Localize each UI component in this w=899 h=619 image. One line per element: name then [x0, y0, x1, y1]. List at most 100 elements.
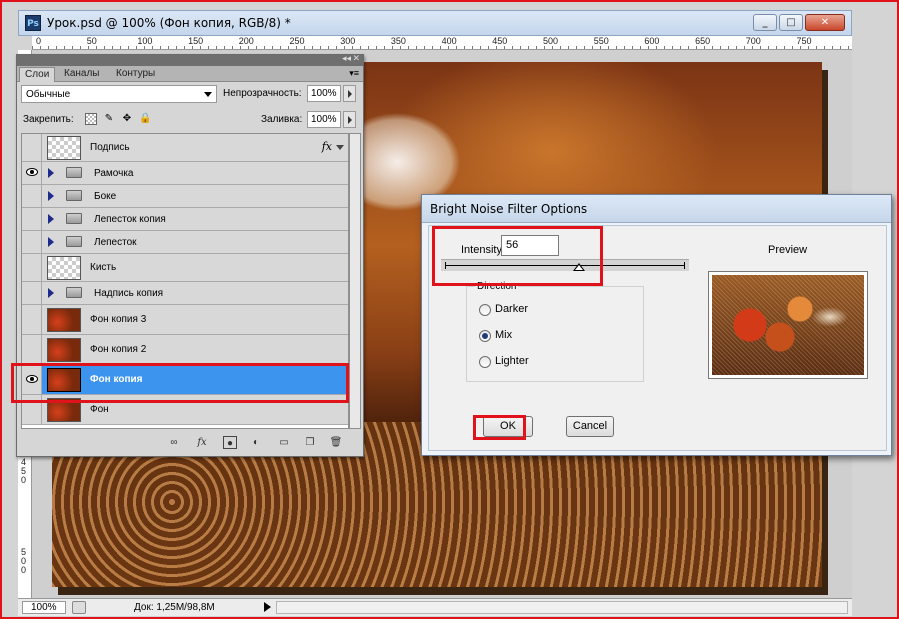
radio-darker-label[interactable]: Darker: [495, 303, 528, 315]
radio-lighter[interactable]: [479, 356, 491, 368]
adjustment-icon[interactable]: ◐: [249, 436, 263, 449]
layer-name: Лепесток копия: [94, 214, 166, 225]
radio-mix-label[interactable]: Mix: [495, 329, 512, 341]
fill-arrow-icon[interactable]: [343, 111, 356, 128]
chevron-down-icon[interactable]: [336, 145, 344, 150]
visibility-toggle[interactable]: [22, 282, 42, 304]
visibility-toggle[interactable]: [22, 254, 42, 281]
blend-mode-select[interactable]: Обычные: [21, 85, 217, 103]
layer-row-selected[interactable]: Фон копия: [22, 365, 348, 395]
visibility-toggle[interactable]: [22, 231, 42, 253]
layer-row[interactable]: Подпись fx: [22, 134, 348, 162]
maximize-button[interactable]: □: [779, 14, 803, 31]
opacity-arrow-icon[interactable]: [343, 85, 356, 102]
preview-label: Preview: [768, 244, 808, 256]
layer-name: Фон копия 2: [90, 344, 147, 355]
ruler-label: 650: [695, 36, 711, 46]
document-title: Урок.psd @ 100% (Фон копия, RGB/8) *: [47, 16, 291, 30]
cancel-button[interactable]: Cancel: [566, 416, 614, 437]
trash-icon[interactable]: 🗑: [329, 436, 343, 449]
visibility-toggle[interactable]: [22, 162, 42, 184]
panel-close-icon[interactable]: ✕: [352, 53, 360, 64]
fill-label: Заливка:: [261, 114, 303, 125]
ruler-label: 550: [593, 36, 609, 46]
layer-row[interactable]: Фон копия 2: [22, 335, 348, 365]
chevron-down-icon: [204, 92, 212, 97]
collapse-icon[interactable]: ◂◂: [342, 53, 351, 64]
link-icon[interactable]: ∞: [167, 436, 181, 449]
zoom-menu-icon[interactable]: [72, 601, 86, 614]
layer-row[interactable]: Фон копия 3: [22, 305, 348, 335]
layer-row[interactable]: Рамочка: [22, 162, 348, 185]
minimize-button[interactable]: _: [753, 14, 777, 31]
layer-row[interactable]: Лепесток копия: [22, 208, 348, 231]
layer-row[interactable]: Надпись копия: [22, 282, 348, 305]
intensity-input[interactable]: 56: [501, 235, 559, 256]
ruler-label: 700: [745, 36, 761, 46]
lock-brush-icon[interactable]: ✎: [103, 113, 115, 125]
group-icon[interactable]: ▭: [277, 436, 291, 449]
visibility-toggle[interactable]: [22, 335, 42, 364]
fill-field[interactable]: 100%: [307, 111, 341, 128]
expand-triangle-icon[interactable]: [48, 288, 54, 298]
slider-thumb[interactable]: [573, 263, 586, 271]
screenshot-frame: Ps Урок.psd @ 100% (Фон копия, RGB/8) * …: [0, 0, 899, 619]
intensity-slider[interactable]: [441, 259, 689, 271]
fx-icon[interactable]: fx: [322, 140, 332, 153]
fx-icon[interactable]: fx: [195, 436, 209, 449]
layer-row[interactable]: Боке: [22, 185, 348, 208]
layer-row[interactable]: Кисть: [22, 254, 348, 282]
mask-icon[interactable]: ●: [223, 436, 237, 449]
document-title-bar[interactable]: Ps Урок.psd @ 100% (Фон копия, RGB/8) * …: [18, 10, 852, 36]
opacity-label: Непрозрачность:: [223, 88, 302, 99]
tab-layers[interactable]: Слои: [19, 67, 56, 82]
ruler-label: 300: [340, 36, 356, 46]
photoshop-icon: Ps: [25, 15, 41, 31]
expand-triangle-icon[interactable]: [48, 168, 54, 178]
folder-icon: [66, 236, 82, 247]
radio-lighter-label[interactable]: Lighter: [495, 355, 529, 367]
visibility-toggle[interactable]: [22, 185, 42, 207]
horizontal-ruler[interactable]: 0 50 100 150 200 250 300 350 400 450 500 550 600 650 7…: [32, 36, 852, 50]
folder-icon: [66, 190, 82, 201]
layer-thumbnail: [47, 368, 81, 392]
status-menu-arrow-icon[interactable]: [264, 602, 271, 612]
expand-triangle-icon[interactable]: [48, 214, 54, 224]
dialog-title: Bright Noise Filter Options: [430, 202, 588, 216]
new-layer-icon[interactable]: ❐: [303, 436, 317, 449]
ruler-label: 500: [543, 36, 559, 46]
visibility-toggle[interactable]: [22, 208, 42, 230]
lock-transparency-icon[interactable]: [85, 113, 97, 125]
lock-move-icon[interactable]: ✥: [121, 113, 133, 125]
slider-line: [445, 262, 685, 269]
visibility-toggle[interactable]: [22, 134, 42, 161]
horizontal-scrollbar[interactable]: [276, 601, 848, 614]
layer-thumbnail: [47, 256, 81, 280]
visibility-toggle[interactable]: [22, 365, 42, 394]
opacity-field[interactable]: 100%: [307, 85, 341, 102]
expand-triangle-icon[interactable]: [48, 237, 54, 247]
lock-label: Закрепить:: [23, 114, 74, 125]
layer-name: Кисть: [90, 262, 117, 273]
lock-all-icon[interactable]: 🔒: [139, 113, 151, 125]
dialog-title-bar[interactable]: Bright Noise Filter Options: [422, 195, 891, 223]
close-button[interactable]: ✕: [805, 14, 845, 31]
intensity-label: Intensity: [461, 244, 502, 256]
radio-darker[interactable]: [479, 304, 491, 316]
visibility-toggle[interactable]: [22, 305, 42, 334]
visibility-toggle[interactable]: [22, 395, 42, 424]
panel-tabs: Слои Каналы Контуры ▾≡: [17, 66, 363, 82]
radio-mix[interactable]: [479, 330, 491, 342]
layer-row[interactable]: Фон: [22, 395, 348, 425]
zoom-field[interactable]: 100%: [22, 601, 66, 614]
expand-triangle-icon[interactable]: [48, 191, 54, 201]
panel-header[interactable]: ◂◂ ✕: [17, 53, 363, 66]
tab-channels[interactable]: Каналы: [59, 67, 105, 82]
tab-paths[interactable]: Контуры: [111, 67, 160, 82]
ruler-label: 150: [188, 36, 204, 46]
ok-button[interactable]: OK: [483, 416, 533, 437]
folder-icon: [66, 167, 82, 178]
panel-menu-icon[interactable]: ▾≡: [349, 68, 359, 79]
layer-row[interactable]: Лепесток: [22, 231, 348, 254]
layers-scrollbar[interactable]: [349, 133, 361, 429]
